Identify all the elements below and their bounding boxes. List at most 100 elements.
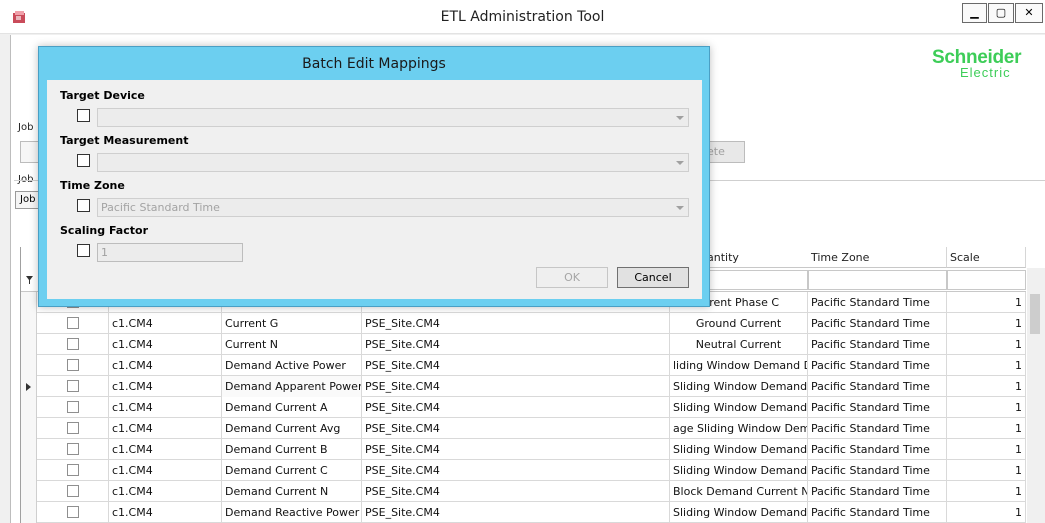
cell-measurement[interactable]: Demand Current Avg (222, 418, 362, 439)
target-device-select[interactable] (97, 108, 689, 127)
row-checkbox[interactable] (67, 380, 79, 392)
table-row[interactable]: c1.CM4 Demand Current A PSE_Site.CM4 Slidin… (21, 397, 1026, 418)
cell-tz[interactable]: Pacific Standard Time (808, 418, 947, 439)
target-device-checkbox[interactable] (77, 109, 90, 122)
table-row[interactable]: c1.CM4 Demand Current C PSE_Site.CM4 Slidin… (21, 460, 1026, 481)
cell-quantity[interactable]: Block Demand Current N (670, 481, 808, 502)
cell-tz[interactable]: Pacific Standard Time (808, 313, 947, 334)
row-header[interactable] (21, 292, 37, 313)
cell-site[interactable]: PSE_Site.CM4 (362, 481, 670, 502)
cell-scale[interactable]: 1 (947, 502, 1026, 523)
job-field[interactable] (20, 141, 40, 163)
grid-scrollbar[interactable] (1027, 268, 1045, 523)
cell-tz[interactable]: Pacific Standard Time (808, 502, 947, 523)
cell-tz[interactable]: Pacific Standard Time (808, 481, 947, 502)
cell-site[interactable]: PSE_Site.CM4 (362, 313, 670, 334)
cell-quantity[interactable]: Neutral Current (670, 334, 808, 355)
target-measurement-select[interactable] (97, 153, 689, 172)
row-header[interactable] (21, 439, 37, 460)
table-row[interactable]: c1.CM4 Current N PSE_Site.CM4 Neutral Curre… (21, 334, 1026, 355)
cell-measurement[interactable]: Demand Current B (222, 439, 362, 460)
cell-device[interactable]: c1.CM4 (109, 355, 222, 376)
row-header[interactable] (21, 313, 37, 334)
cell-scale[interactable]: 1 (947, 376, 1026, 397)
cell-measurement[interactable]: Current G (222, 313, 362, 334)
cell-device[interactable]: c1.CM4 (109, 313, 222, 334)
row-checkbox[interactable] (67, 422, 79, 434)
cell-site[interactable]: PSE_Site.CM4 (362, 418, 670, 439)
filter-scale[interactable] (947, 270, 1026, 290)
maximize-button[interactable]: ▢ (988, 3, 1014, 23)
cell-site[interactable]: PSE_Site.CM4 (362, 355, 670, 376)
row-header[interactable] (21, 334, 37, 355)
table-row[interactable]: c1.CM4 Demand Apparent Power PSE_Site.CM4 S… (21, 376, 1026, 397)
cell-site[interactable]: PSE_Site.CM4 (362, 397, 670, 418)
row-checkbox[interactable] (67, 359, 79, 371)
time-zone-select[interactable]: Pacific Standard Time (97, 198, 689, 217)
target-measurement-checkbox[interactable] (77, 154, 90, 167)
row-header[interactable] (21, 502, 37, 523)
cell-scale[interactable]: 1 (947, 355, 1026, 376)
table-row[interactable]: c1.CM4 Demand Current N PSE_Site.CM4 Block … (21, 481, 1026, 502)
cell-device[interactable]: c1.CM4 (109, 460, 222, 481)
cell-site[interactable]: PSE_Site.CM4 (362, 502, 670, 523)
cell-scale[interactable]: 1 (947, 292, 1026, 313)
cell-measurement[interactable]: Demand Current N (222, 481, 362, 502)
cell-site[interactable]: PSE_Site.CM4 (362, 460, 670, 481)
cell-quantity[interactable]: age Sliding Window Demand (670, 418, 808, 439)
ok-button[interactable]: OK (536, 267, 608, 288)
table-row[interactable]: c1.CM4 Demand Reactive Power PSE_Site.CM4 S… (21, 502, 1026, 523)
cell-scale[interactable]: 1 (947, 439, 1026, 460)
cell-tz[interactable]: Pacific Standard Time (808, 460, 947, 481)
cancel-button[interactable]: Cancel (617, 267, 689, 288)
scaling-factor-checkbox[interactable] (77, 244, 90, 257)
row-checkbox[interactable] (67, 401, 79, 413)
cell-quantity[interactable]: liding Window Demand Deliv (670, 355, 808, 376)
cell-device[interactable]: c1.CM4 (109, 334, 222, 355)
row-header[interactable] (21, 376, 37, 397)
row-checkbox[interactable] (67, 485, 79, 497)
cell-measurement[interactable]: Demand Current A (222, 397, 362, 418)
cell-scale[interactable]: 1 (947, 418, 1026, 439)
cell-scale[interactable]: 1 (947, 460, 1026, 481)
cell-device[interactable]: c1.CM4 (109, 439, 222, 460)
cell-tz[interactable]: Pacific Standard Time (808, 355, 947, 376)
cell-scale[interactable]: 1 (947, 334, 1026, 355)
cell-device[interactable]: c1.CM4 (109, 481, 222, 502)
row-checkbox[interactable] (67, 443, 79, 455)
cell-measurement[interactable]: Current N (222, 334, 362, 355)
cell-site[interactable]: PSE_Site.CM4 (362, 439, 670, 460)
cell-tz[interactable]: Pacific Standard Time (808, 376, 947, 397)
row-checkbox[interactable] (67, 338, 79, 350)
row-checkbox[interactable] (67, 317, 79, 329)
cell-quantity[interactable]: Ground Current (670, 313, 808, 334)
row-checkbox[interactable] (67, 464, 79, 476)
row-header[interactable] (21, 397, 37, 418)
row-header[interactable] (21, 418, 37, 439)
table-row[interactable]: c1.CM4 Current G PSE_Site.CM4 Ground Curren… (21, 313, 1026, 334)
cell-site[interactable]: PSE_Site.CM4 (362, 334, 670, 355)
cell-measurement[interactable]: Demand Apparent Power (222, 376, 362, 397)
scrollbar-thumb[interactable] (1030, 294, 1040, 334)
row-header[interactable] (21, 481, 37, 502)
time-zone-checkbox[interactable] (77, 199, 90, 212)
cell-tz[interactable]: Pacific Standard Time (808, 334, 947, 355)
cell-quantity[interactable]: Sliding Window Demand Del (670, 376, 808, 397)
cell-scale[interactable]: 1 (947, 313, 1026, 334)
cell-quantity[interactable]: Sliding Window Demand Del (670, 397, 808, 418)
filter-time-zone[interactable] (808, 270, 947, 290)
cell-quantity[interactable]: Sliding Window Demand Deliv (670, 502, 808, 523)
cell-tz[interactable]: Pacific Standard Time (808, 292, 947, 313)
close-button[interactable]: ✕ (1015, 3, 1043, 23)
row-checkbox[interactable] (67, 506, 79, 518)
table-row[interactable]: c1.CM4 Demand Current B PSE_Site.CM4 Slidin… (21, 439, 1026, 460)
cell-device[interactable]: c1.CM4 (109, 397, 222, 418)
cell-scale[interactable]: 1 (947, 397, 1026, 418)
cell-measurement[interactable]: Demand Reactive Power (222, 502, 362, 523)
cell-measurement[interactable]: Demand Active Power (222, 355, 362, 376)
cell-scale[interactable]: 1 (947, 481, 1026, 502)
table-row[interactable]: c1.CM4 Demand Active Power PSE_Site.CM4 lid… (21, 355, 1026, 376)
cell-device[interactable]: c1.CM4 (109, 502, 222, 523)
row-header[interactable] (21, 460, 37, 481)
row-header[interactable] (21, 355, 37, 376)
